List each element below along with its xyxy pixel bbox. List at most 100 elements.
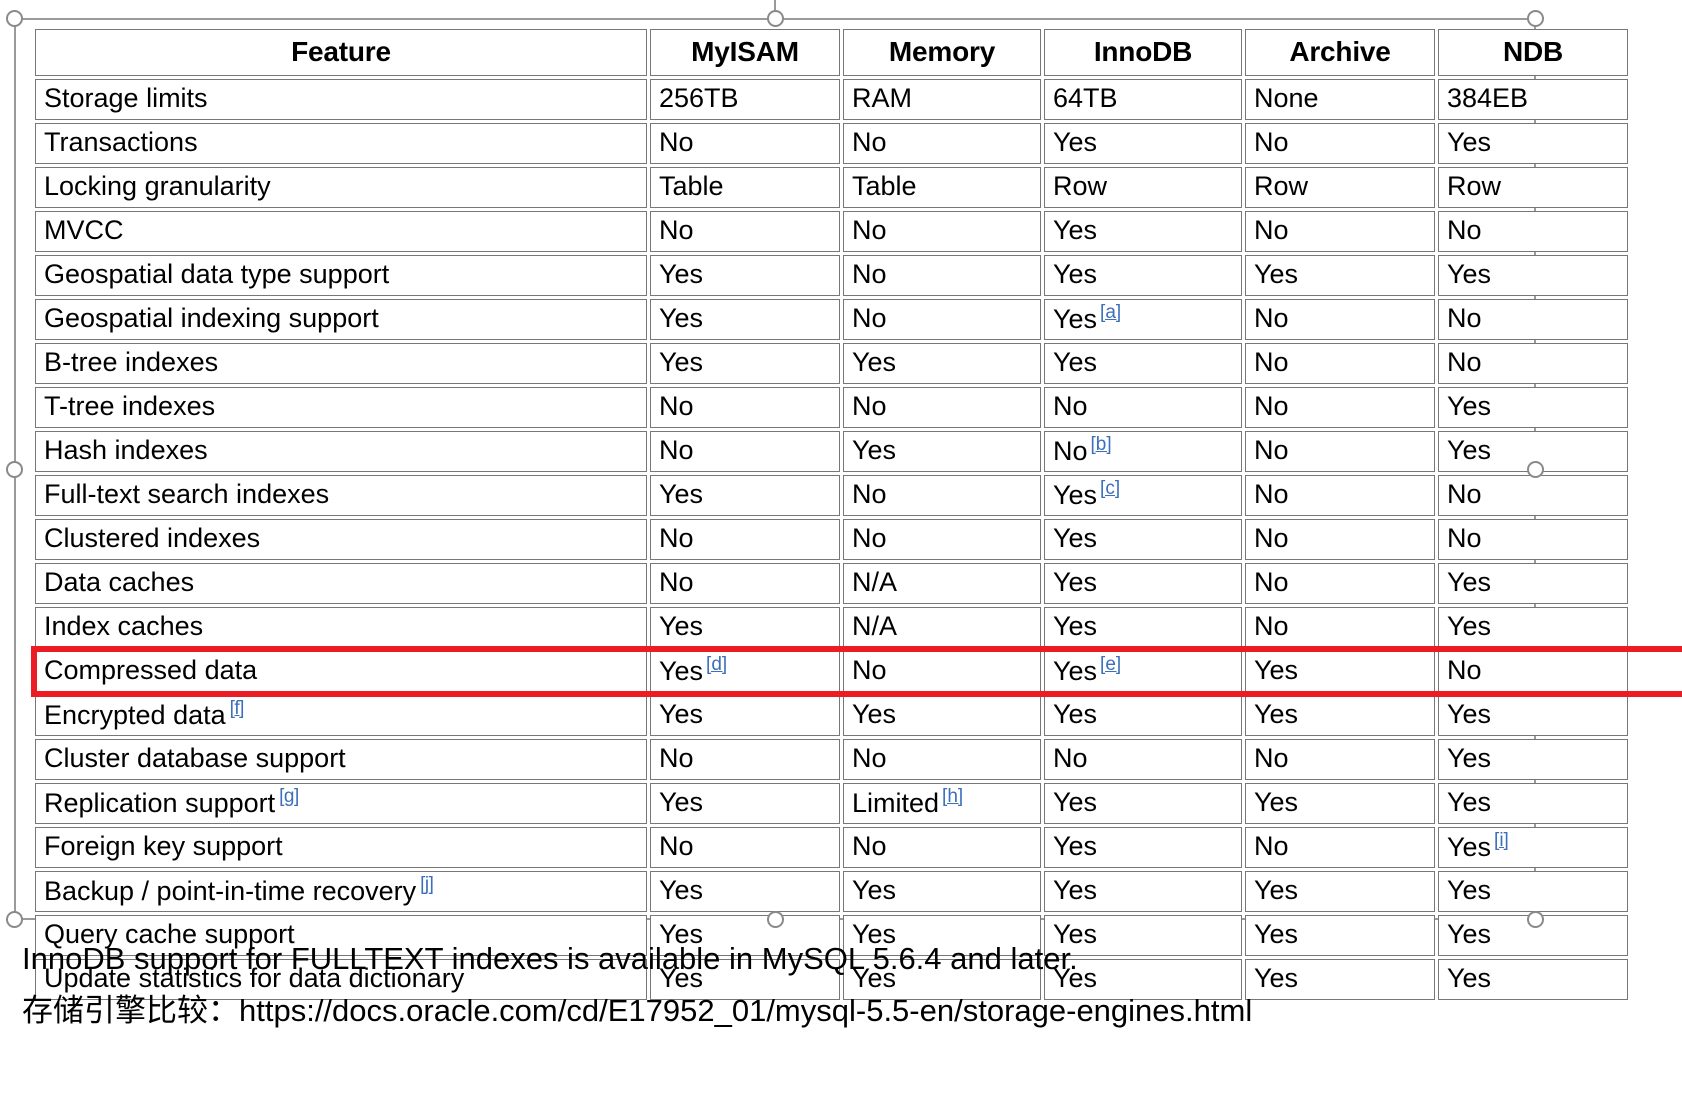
cell-myisam[interactable]: No xyxy=(650,563,840,604)
cell-myisam[interactable]: No xyxy=(650,739,840,780)
cell-ndb[interactable]: 384EB xyxy=(1438,79,1628,120)
column-header-myisam[interactable]: MyISAM xyxy=(650,29,840,76)
cell-archive[interactable]: Yes xyxy=(1245,695,1435,736)
footnote-link[interactable]: [h] xyxy=(942,786,963,807)
cell-myisam[interactable]: Table xyxy=(650,167,840,208)
cell-archive[interactable]: Row xyxy=(1245,167,1435,208)
column-header-archive[interactable]: Archive xyxy=(1245,29,1435,76)
column-header-memory[interactable]: Memory xyxy=(843,29,1041,76)
storage-engine-comparison-table[interactable]: Feature MyISAM Memory InnoDB Archive NDB… xyxy=(32,26,1631,1003)
cell-innodb[interactable]: Row xyxy=(1044,167,1242,208)
footnote-link[interactable]: [d] xyxy=(706,654,727,675)
cell-feature[interactable]: T-tree indexes xyxy=(35,387,647,428)
cell-innodb[interactable]: Yes xyxy=(1044,695,1242,736)
cell-archive[interactable]: No xyxy=(1245,211,1435,252)
cell-feature[interactable]: Locking granularity xyxy=(35,167,647,208)
cell-feature[interactable]: Geospatial data type support xyxy=(35,255,647,296)
cell-feature[interactable]: Transactions xyxy=(35,123,647,164)
cell-innodb[interactable]: Yes xyxy=(1044,211,1242,252)
footnote-link[interactable]: [i] xyxy=(1494,830,1509,851)
cell-innodb[interactable]: Yes [e] xyxy=(1044,651,1242,692)
resize-handle-bottom-middle[interactable] xyxy=(767,911,784,928)
cell-memory[interactable]: N/A xyxy=(843,563,1041,604)
cell-myisam[interactable]: No xyxy=(650,211,840,252)
cell-ndb[interactable]: Yes xyxy=(1438,123,1628,164)
cell-archive[interactable]: No xyxy=(1245,123,1435,164)
cell-feature[interactable]: Index caches xyxy=(35,607,647,648)
cell-feature[interactable]: Compressed data xyxy=(35,651,647,692)
cell-memory[interactable]: RAM xyxy=(843,79,1041,120)
cell-innodb[interactable]: No [b] xyxy=(1044,431,1242,472)
cell-memory[interactable]: No xyxy=(843,255,1041,296)
cell-archive[interactable]: No xyxy=(1245,739,1435,780)
cell-archive[interactable]: Yes xyxy=(1245,871,1435,912)
cell-archive[interactable]: No xyxy=(1245,431,1435,472)
resize-handle-top-left[interactable] xyxy=(6,10,23,27)
cell-ndb[interactable]: Yes xyxy=(1438,871,1628,912)
cell-archive[interactable]: No xyxy=(1245,827,1435,868)
resize-handle-bottom-left[interactable] xyxy=(6,911,23,928)
cell-innodb[interactable]: Yes xyxy=(1044,519,1242,560)
cell-memory[interactable]: Table xyxy=(843,167,1041,208)
cell-myisam[interactable]: Yes xyxy=(650,299,840,340)
cell-ndb[interactable]: Yes xyxy=(1438,607,1628,648)
column-header-feature[interactable]: Feature xyxy=(35,29,647,76)
footnote-link[interactable]: [f] xyxy=(230,698,245,719)
cell-archive[interactable]: No xyxy=(1245,607,1435,648)
cell-myisam[interactable]: Yes xyxy=(650,255,840,296)
cell-memory[interactable]: Yes xyxy=(843,695,1041,736)
cell-innodb[interactable]: Yes xyxy=(1044,255,1242,296)
cell-memory[interactable]: N/A xyxy=(843,607,1041,648)
cell-archive[interactable]: No xyxy=(1245,563,1435,604)
cell-myisam[interactable]: Yes xyxy=(650,783,840,824)
cell-ndb[interactable]: Yes [i] xyxy=(1438,827,1628,868)
cell-memory[interactable]: No xyxy=(843,827,1041,868)
cell-innodb[interactable]: Yes xyxy=(1044,783,1242,824)
cell-myisam[interactable]: Yes xyxy=(650,871,840,912)
cell-archive[interactable]: No xyxy=(1245,519,1435,560)
cell-myisam[interactable]: No xyxy=(650,123,840,164)
cell-ndb[interactable]: Yes xyxy=(1438,255,1628,296)
cell-memory[interactable]: No xyxy=(843,123,1041,164)
cell-feature[interactable]: Data caches xyxy=(35,563,647,604)
cell-feature[interactable]: Full-text search indexes xyxy=(35,475,647,516)
cell-archive[interactable]: No xyxy=(1245,387,1435,428)
cell-feature[interactable]: Encrypted data [f] xyxy=(35,695,647,736)
cell-innodb[interactable]: Yes [a] xyxy=(1044,299,1242,340)
cell-innodb[interactable]: No xyxy=(1044,387,1242,428)
column-header-ndb[interactable]: NDB xyxy=(1438,29,1628,76)
cell-myisam[interactable]: Yes xyxy=(650,607,840,648)
resize-handle-middle-left[interactable] xyxy=(6,461,23,478)
cell-innodb[interactable]: Yes [c] xyxy=(1044,475,1242,516)
cell-memory[interactable]: No xyxy=(843,299,1041,340)
cell-myisam[interactable]: No xyxy=(650,387,840,428)
cell-archive[interactable]: No xyxy=(1245,299,1435,340)
cell-innodb[interactable]: Yes xyxy=(1044,343,1242,384)
cell-feature[interactable]: B-tree indexes xyxy=(35,343,647,384)
column-header-innodb[interactable]: InnoDB xyxy=(1044,29,1242,76)
cell-innodb[interactable]: Yes xyxy=(1044,607,1242,648)
cell-myisam[interactable]: 256TB xyxy=(650,79,840,120)
resize-handle-middle-right[interactable] xyxy=(1527,461,1544,478)
cell-memory[interactable]: No xyxy=(843,475,1041,516)
cell-archive[interactable]: Yes xyxy=(1245,651,1435,692)
footnote-link[interactable]: [j] xyxy=(420,874,434,895)
cell-innodb[interactable]: Yes xyxy=(1044,563,1242,604)
cell-memory[interactable]: Yes xyxy=(843,343,1041,384)
cell-feature[interactable]: Foreign key support xyxy=(35,827,647,868)
resize-handle-top-middle[interactable] xyxy=(767,10,784,27)
cell-memory[interactable]: Yes xyxy=(843,871,1041,912)
cell-feature[interactable]: Backup / point-in-time recovery [j] xyxy=(35,871,647,912)
cell-ndb[interactable]: No xyxy=(1438,651,1628,692)
resize-handle-top-right[interactable] xyxy=(1527,10,1544,27)
cell-feature[interactable]: Cluster database support xyxy=(35,739,647,780)
footnote-link[interactable]: [a] xyxy=(1100,302,1121,323)
cell-feature[interactable]: Hash indexes xyxy=(35,431,647,472)
cell-ndb[interactable]: Yes xyxy=(1438,783,1628,824)
cell-innodb[interactable]: No xyxy=(1044,739,1242,780)
cell-ndb[interactable]: No xyxy=(1438,475,1628,516)
cell-myisam[interactable]: Yes [d] xyxy=(650,651,840,692)
cell-ndb[interactable]: Yes xyxy=(1438,387,1628,428)
cell-feature[interactable]: Geospatial indexing support xyxy=(35,299,647,340)
cell-archive[interactable]: Yes xyxy=(1245,783,1435,824)
